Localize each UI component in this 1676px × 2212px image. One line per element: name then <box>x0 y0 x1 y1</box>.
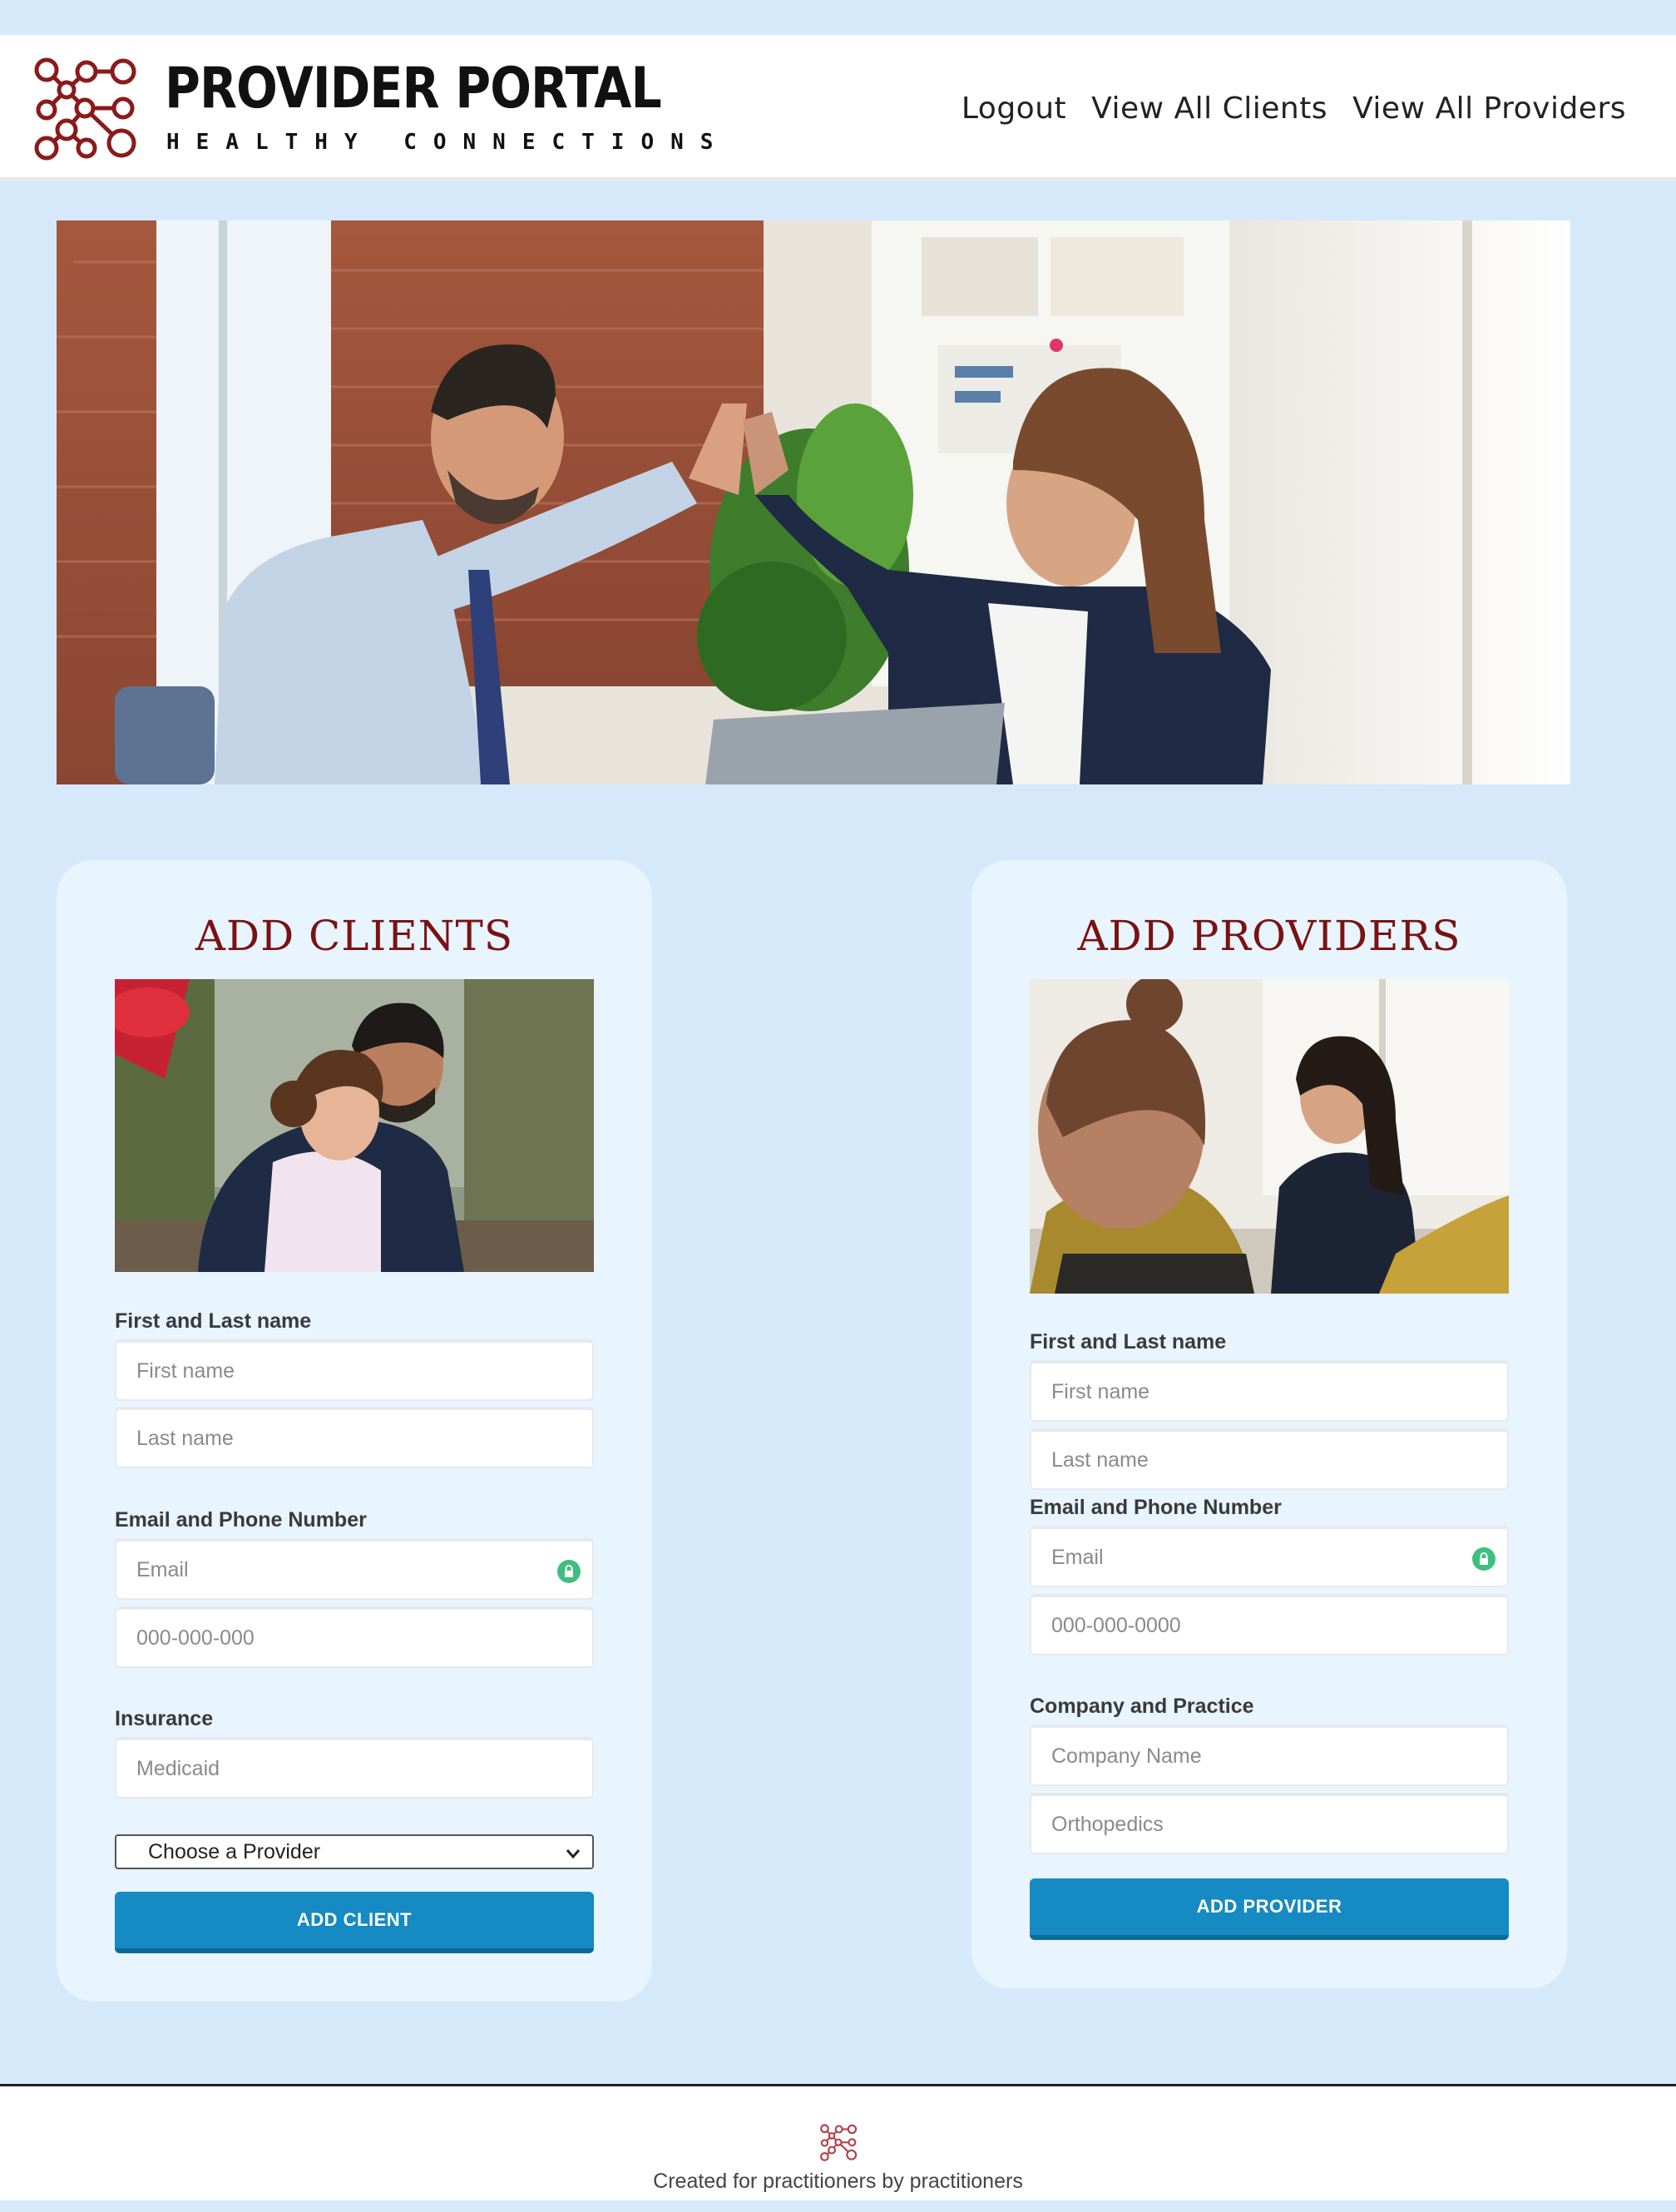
client-insurance-label: Insurance <box>115 1707 214 1730</box>
providers-card-image <box>1030 979 1509 1294</box>
chevron-down-icon <box>566 1849 581 1859</box>
molecule-network-icon[interactable] <box>32 55 143 165</box>
add-providers-card: ADD PROVIDERS First and Last name First … <box>971 860 1567 1988</box>
provider-practice-input[interactable]: Orthopedics <box>1030 1793 1509 1854</box>
provider-company-label: Company and Practice <box>1030 1695 1254 1718</box>
client-email-input[interactable]: Email <box>115 1538 594 1600</box>
brand-subtitle: HEALTHY CONNECTIONS <box>166 130 730 155</box>
clients-card-image <box>115 979 594 1272</box>
nav-view-all-clients-link[interactable]: View All Clients <box>1091 92 1327 126</box>
nav-logout-link[interactable]: Logout <box>962 92 1066 126</box>
site-footer: Created for practitioners by practitione… <box>0 2084 1676 2200</box>
provider-last-name-input[interactable]: Last name <box>1030 1428 1509 1490</box>
coworkers-meeting-photo <box>1030 979 1509 1294</box>
nav-view-all-providers-link[interactable]: View All Providers <box>1352 92 1626 126</box>
provider-contact-label: Email and Phone Number <box>1030 1496 1282 1519</box>
client-name-label: First and Last name <box>115 1309 312 1333</box>
provider-name-label: First and Last name <box>1030 1330 1227 1353</box>
client-first-name-input[interactable]: First name <box>115 1339 594 1401</box>
site-header: PROVIDER PORTAL HEALTHY CONNECTIONS Logo… <box>0 35 1676 181</box>
choose-provider-value: Choose a Provider <box>148 1839 321 1863</box>
provider-first-name-input[interactable]: First name <box>1030 1360 1509 1422</box>
client-contact-label: Email and Phone Number <box>115 1508 367 1532</box>
add-clients-title: ADD CLIENTS <box>195 912 514 960</box>
add-clients-card: ADD CLIENTS First and Last name First na… <box>57 860 652 2002</box>
add-provider-button[interactable]: ADD PROVIDER <box>1030 1878 1509 1940</box>
provider-phone-input[interactable]: 000-000-0000 <box>1030 1594 1509 1655</box>
main-nav: Logout View All Clients View All Provide… <box>962 92 1626 126</box>
password-manager-lock-icon[interactable] <box>557 1560 581 1583</box>
brand-title: PROVIDER PORTAL <box>165 56 662 121</box>
provider-email-placeholder: Email <box>1051 1545 1104 1569</box>
choose-provider-select[interactable]: Choose a Provider <box>115 1834 594 1869</box>
molecule-network-icon <box>820 2124 858 2161</box>
office-high-five-photo <box>57 220 1570 784</box>
client-phone-input[interactable]: 000-000-000 <box>115 1606 594 1668</box>
hero-image <box>57 220 1570 784</box>
client-email-placeholder: Email <box>136 1557 189 1581</box>
provider-email-input[interactable]: Email <box>1030 1526 1509 1587</box>
add-client-button[interactable]: ADD CLIENT <box>115 1892 594 1953</box>
client-last-name-input[interactable]: Last name <box>115 1407 594 1468</box>
provider-company-input[interactable]: Company Name <box>1030 1725 1509 1786</box>
client-insurance-input[interactable]: Medicaid <box>115 1737 594 1799</box>
footer-tagline: Created for practitioners by practitione… <box>653 2170 1023 2193</box>
father-and-daughter-photo <box>115 979 594 1272</box>
password-manager-lock-icon[interactable] <box>1472 1547 1496 1571</box>
add-providers-title: ADD PROVIDERS <box>1077 912 1461 960</box>
